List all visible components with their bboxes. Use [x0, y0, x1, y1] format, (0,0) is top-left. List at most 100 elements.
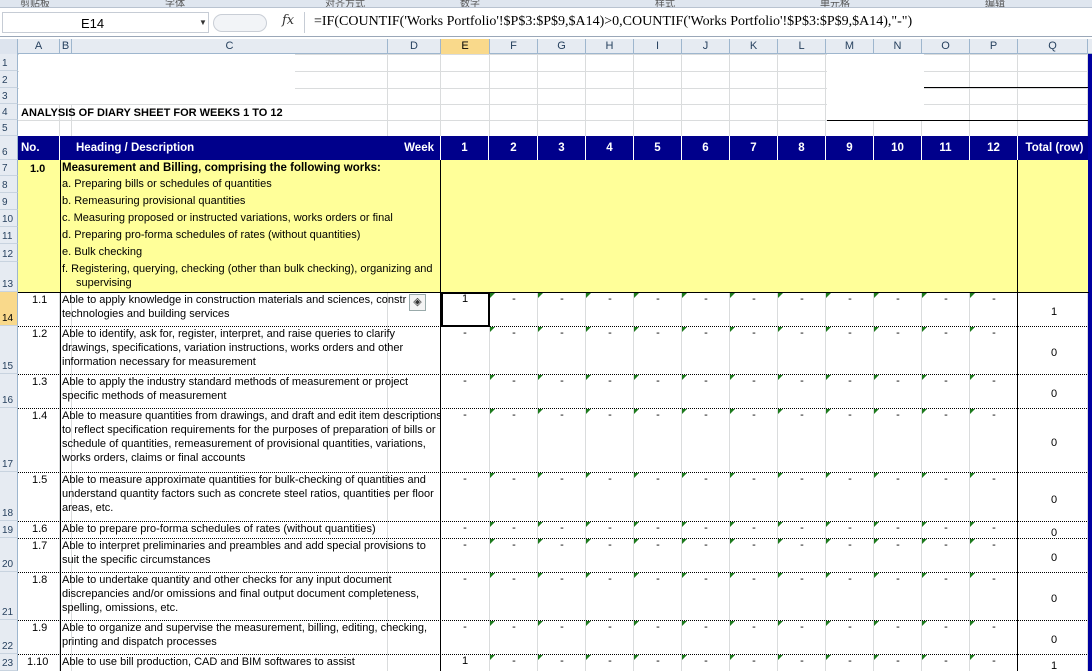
- row-header-4[interactable]: 4: [0, 104, 18, 120]
- row-header-16[interactable]: 16: [0, 374, 18, 408]
- row-header-7[interactable]: 7: [0, 160, 18, 176]
- week-cell[interactable]: -: [922, 293, 970, 305]
- week-cell[interactable]: -: [538, 539, 586, 551]
- week-cell[interactable]: -: [490, 573, 538, 585]
- week-cell[interactable]: -: [538, 655, 586, 667]
- week-cell[interactable]: -: [826, 409, 874, 421]
- week-cell[interactable]: -: [441, 473, 489, 485]
- week-cell[interactable]: -: [490, 655, 538, 667]
- column-header-o[interactable]: O: [922, 39, 970, 54]
- week-cell[interactable]: -: [441, 375, 489, 387]
- row-total[interactable]: 0: [1020, 388, 1088, 400]
- week-cell[interactable]: -: [538, 522, 586, 534]
- column-header-q[interactable]: Q: [1018, 39, 1088, 54]
- week-cell[interactable]: -: [538, 473, 586, 485]
- week-cell[interactable]: -: [490, 473, 538, 485]
- column-header-f[interactable]: F: [490, 39, 538, 54]
- week-cell[interactable]: -: [826, 293, 874, 305]
- week-cell[interactable]: -: [586, 621, 634, 633]
- error-check-smart-tag-icon[interactable]: ◈: [409, 294, 426, 311]
- row-header-1[interactable]: 1: [0, 54, 18, 71]
- week-cell[interactable]: -: [538, 327, 586, 339]
- week-cell[interactable]: -: [874, 409, 922, 421]
- week-cell[interactable]: -: [538, 375, 586, 387]
- week-cell[interactable]: -: [874, 375, 922, 387]
- week-cell[interactable]: -: [682, 375, 730, 387]
- insert-function-icon[interactable]: fx: [282, 13, 294, 28]
- column-header-k[interactable]: K: [730, 39, 778, 54]
- week-cell[interactable]: -: [874, 539, 922, 551]
- week-cell[interactable]: -: [538, 293, 586, 305]
- week-cell[interactable]: -: [634, 293, 682, 305]
- week-cell[interactable]: -: [826, 655, 874, 667]
- week-cell[interactable]: -: [730, 522, 778, 534]
- formula-bar-resize-handle[interactable]: [213, 14, 267, 32]
- week-cell[interactable]: -: [970, 522, 1018, 534]
- week-cell[interactable]: -: [682, 473, 730, 485]
- week-cell[interactable]: -: [970, 409, 1018, 421]
- week-cell[interactable]: -: [490, 539, 538, 551]
- week-cell[interactable]: -: [730, 473, 778, 485]
- week-cell[interactable]: -: [826, 539, 874, 551]
- week-cell[interactable]: -: [778, 573, 826, 585]
- row-header-19[interactable]: 19: [0, 521, 18, 538]
- column-header-e[interactable]: E: [441, 39, 490, 54]
- week-cell[interactable]: -: [826, 522, 874, 534]
- week-cell[interactable]: -: [634, 522, 682, 534]
- week-cell[interactable]: -: [586, 473, 634, 485]
- week-cell[interactable]: -: [922, 573, 970, 585]
- week-cell[interactable]: -: [490, 522, 538, 534]
- column-header-p[interactable]: P: [970, 39, 1018, 54]
- column-header-g[interactable]: G: [538, 39, 586, 54]
- week-cell[interactable]: -: [778, 409, 826, 421]
- week-cell[interactable]: -: [586, 655, 634, 667]
- week-cell[interactable]: -: [730, 375, 778, 387]
- week-cell[interactable]: -: [634, 539, 682, 551]
- week-cell[interactable]: -: [874, 621, 922, 633]
- week-cell[interactable]: -: [778, 655, 826, 667]
- week-cell[interactable]: -: [922, 473, 970, 485]
- week-cell[interactable]: -: [826, 375, 874, 387]
- week-cell[interactable]: -: [826, 327, 874, 339]
- week-cell[interactable]: -: [586, 293, 634, 305]
- row-total[interactable]: 1: [1020, 306, 1088, 318]
- week-cell[interactable]: -: [490, 409, 538, 421]
- week-cell[interactable]: -: [970, 655, 1018, 667]
- week-cell[interactable]: -: [634, 473, 682, 485]
- week-cell[interactable]: -: [874, 522, 922, 534]
- week-cell[interactable]: -: [874, 473, 922, 485]
- row-header-15[interactable]: 15: [0, 326, 18, 374]
- column-header-d[interactable]: D: [388, 39, 441, 54]
- week-cell[interactable]: -: [970, 573, 1018, 585]
- formula-input[interactable]: =IF(COUNTIF('Works Portfolio'!$P$3:$P$9,…: [304, 12, 1090, 33]
- week-cell[interactable]: -: [682, 655, 730, 667]
- week-cell[interactable]: -: [586, 573, 634, 585]
- week-cell[interactable]: -: [970, 375, 1018, 387]
- row-header-10[interactable]: 10: [0, 210, 18, 227]
- row-header-14[interactable]: 14: [0, 292, 18, 326]
- week-cell[interactable]: -: [634, 327, 682, 339]
- row-total[interactable]: 0: [1020, 437, 1088, 449]
- row-header-5[interactable]: 5: [0, 120, 18, 136]
- week-cell[interactable]: -: [970, 327, 1018, 339]
- week-cell[interactable]: -: [441, 539, 489, 551]
- week-cell[interactable]: -: [730, 409, 778, 421]
- week-cell[interactable]: -: [922, 327, 970, 339]
- week-cell[interactable]: -: [682, 409, 730, 421]
- row-header-13[interactable]: 13: [0, 262, 18, 292]
- week-cell[interactable]: -: [634, 655, 682, 667]
- week-cell[interactable]: -: [538, 621, 586, 633]
- row-header-8[interactable]: 8: [0, 176, 18, 193]
- week-cell[interactable]: -: [730, 621, 778, 633]
- week-cell[interactable]: -: [441, 327, 489, 339]
- week-cell[interactable]: -: [634, 573, 682, 585]
- row-total[interactable]: 1: [1020, 660, 1088, 672]
- week-cell[interactable]: -: [634, 621, 682, 633]
- column-header-h[interactable]: H: [586, 39, 634, 54]
- week-cell[interactable]: -: [970, 293, 1018, 305]
- chevron-down-icon[interactable]: ▼: [199, 18, 207, 27]
- week-cell[interactable]: -: [490, 327, 538, 339]
- row-header-9[interactable]: 9: [0, 193, 18, 210]
- row-header-23[interactable]: 23: [0, 654, 18, 671]
- column-header-i[interactable]: I: [634, 39, 682, 54]
